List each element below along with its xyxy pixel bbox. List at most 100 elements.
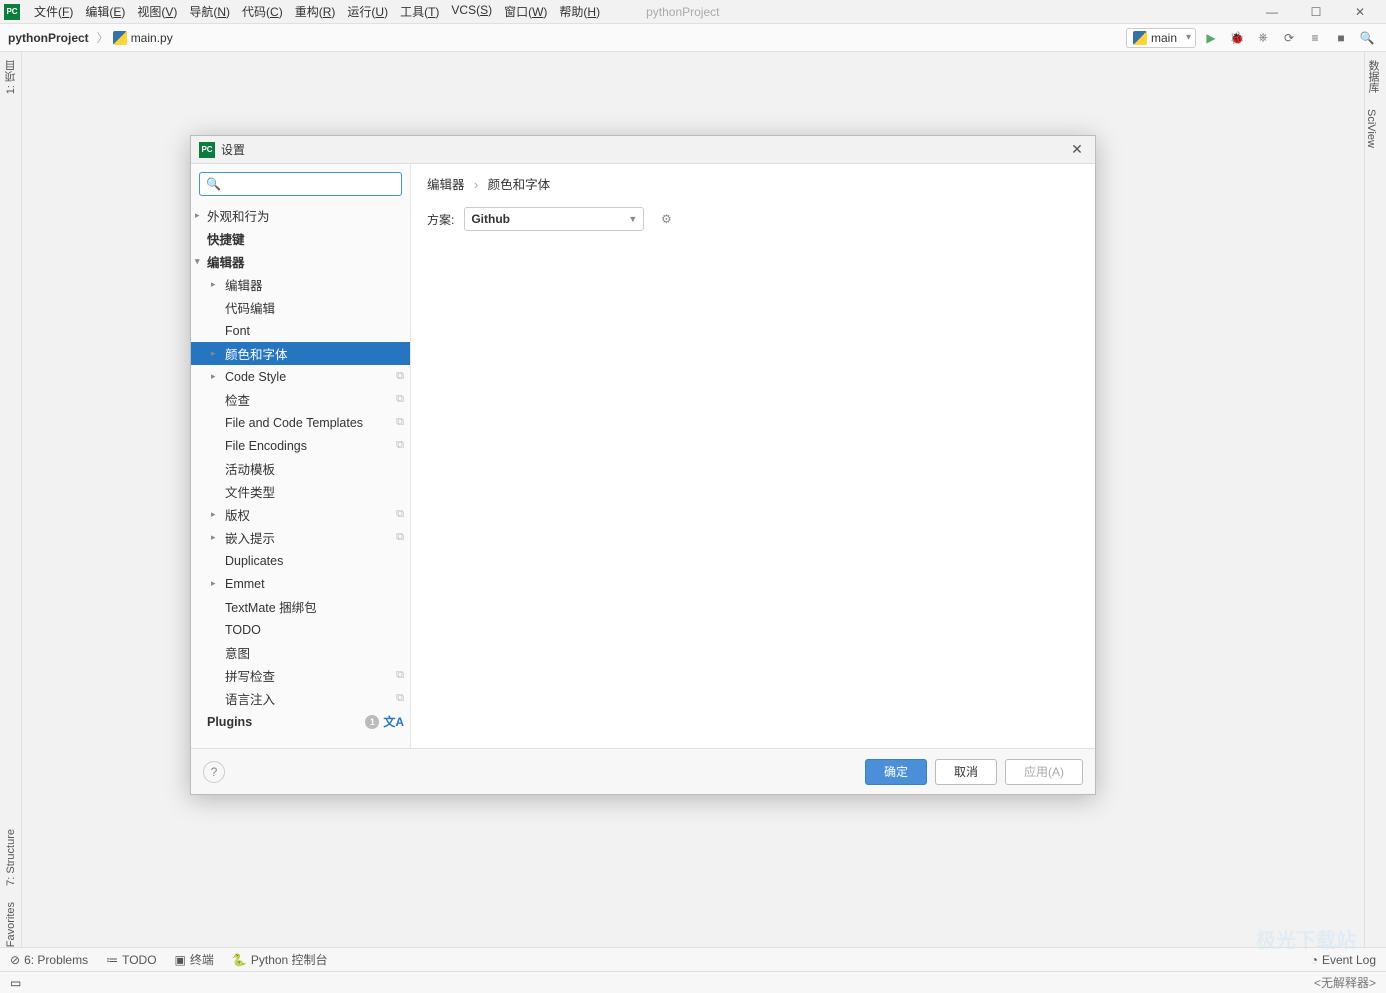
chevron-down-icon: ▾ <box>195 256 200 267</box>
dialog-title: 设置 <box>221 141 245 158</box>
concurrency-button[interactable]: ≡ <box>1304 27 1326 49</box>
project-scope-icon: ⧉ <box>396 439 404 452</box>
maximize-button[interactable]: ☐ <box>1294 0 1338 24</box>
menu-item[interactable]: 文件(F) <box>28 3 79 20</box>
tree-item-label: Duplicates <box>225 554 283 568</box>
tree-item-label: 编辑器 <box>207 252 245 271</box>
breadcrumb-file[interactable]: main.py <box>113 31 173 45</box>
breadcrumb-file-label: main.py <box>131 31 173 45</box>
settings-content: 编辑器 › 颜色和字体 方案: Github ▼ ⚙ <box>411 164 1095 748</box>
settings-tree-item[interactable]: File and Code Templates⧉ <box>191 411 410 434</box>
menu-item[interactable]: 导航(N) <box>183 3 236 20</box>
settings-tree-item[interactable]: ▸ 编辑器 <box>191 273 410 296</box>
run-config-selector[interactable]: main <box>1126 28 1196 48</box>
python-console-tab[interactable]: 🐍 Python 控制台 <box>232 951 328 968</box>
tree-item-label: TextMate 捆绑包 <box>225 597 317 616</box>
tree-item-label: 版权 <box>225 505 250 524</box>
navigation-bar: pythonProject 〉 main.py main ▶ 🐞 ⎈ ⟳ ≡ ■… <box>0 24 1386 52</box>
database-tool-tab[interactable]: 数据库 <box>1365 52 1386 101</box>
run-button[interactable]: ▶ <box>1200 27 1222 49</box>
settings-tree-item[interactable]: 拼写检查⧉ <box>191 664 410 687</box>
settings-tree[interactable]: ▸外观和行为快捷键 ▾ 编辑器 ▸ 编辑器代码编辑Font▸颜色和字体 ▸ Code Sty… <box>191 204 410 748</box>
settings-tree-item[interactable]: Font <box>191 319 410 342</box>
status-bar: ▭ <无解释器> <box>0 971 1386 993</box>
settings-search-input[interactable] <box>225 177 395 191</box>
settings-tree-item[interactable]: ▸外观和行为 <box>191 204 410 227</box>
help-button[interactable]: ? <box>203 761 225 783</box>
right-tool-strip: 数据库 SciView <box>1364 52 1386 971</box>
menu-item[interactable]: 运行(U) <box>341 3 394 20</box>
menu-item[interactable]: 编辑(E) <box>79 3 131 20</box>
problems-tab[interactable]: ⊘ 6: Problems <box>10 953 88 967</box>
close-button[interactable]: ✕ <box>1338 0 1382 24</box>
project-scope-icon: ⧉ <box>396 370 404 383</box>
project-scope-icon: ⧉ <box>396 692 404 705</box>
menu-item[interactable]: 窗口(W) <box>498 3 553 20</box>
settings-tree-item[interactable]: ▸Code Style⧉ <box>191 365 410 388</box>
chevron-right-icon: ▸ <box>195 210 200 221</box>
settings-tree-item[interactable]: TextMate 捆绑包 <box>191 595 410 618</box>
menu-item[interactable]: 视图(V) <box>131 3 183 20</box>
menu-item[interactable]: 代码(C) <box>236 3 289 20</box>
settings-tree-item[interactable]: Duplicates <box>191 549 410 572</box>
stop-button[interactable]: ■ <box>1330 27 1352 49</box>
settings-tree-item[interactable]: 文件类型 <box>191 480 410 503</box>
interpreter-status[interactable]: <无解释器> <box>1314 974 1376 991</box>
event-log-tab[interactable]: ◔ Event Log <box>1311 953 1376 967</box>
menu-item[interactable]: 工具(T) <box>394 3 445 20</box>
structure-tool-tab[interactable]: 7: Structure <box>0 821 21 894</box>
debug-button[interactable]: 🐞 <box>1226 27 1248 49</box>
settings-tree-item[interactable]: 活动模板 <box>191 457 410 480</box>
status-icon: ▭ <box>10 976 21 990</box>
settings-tree-item[interactable]: ▾ 编辑器 <box>191 250 410 273</box>
tree-item-label: 检查 <box>225 390 250 409</box>
menu-item[interactable]: 帮助(H) <box>553 3 606 20</box>
settings-sidebar: 🔍 ▸外观和行为快捷键 ▾ 编辑器 ▸ 编辑器代码编辑Font▸颜色和字体 ▸ Code S… <box>191 164 411 748</box>
settings-tree-item[interactable]: File Encodings⧉ <box>191 434 410 457</box>
sciview-tool-tab[interactable]: SciView <box>1365 101 1386 156</box>
profile-button[interactable]: ⟳ <box>1278 27 1300 49</box>
settings-tree-item[interactable]: 代码编辑 <box>191 296 410 319</box>
terminal-tab[interactable]: ▣ 终端 <box>175 951 214 968</box>
scheme-gear-button[interactable]: ⚙ <box>654 207 678 231</box>
settings-tree-item[interactable]: Plugins1文A <box>191 710 410 733</box>
minimize-button[interactable]: — <box>1250 0 1294 24</box>
settings-tree-item[interactable]: 意图 <box>191 641 410 664</box>
settings-tree-item[interactable]: ▸版权⧉ <box>191 503 410 526</box>
settings-tree-item[interactable]: 语言注入⧉ <box>191 687 410 710</box>
settings-dialog: PC 设置 ✕ 🔍 ▸外观和行为快捷键 ▾ 编辑器 ▸ 编辑器代码编辑Font▸颜色和字… <box>190 135 1096 795</box>
settings-tree-item[interactable]: ▸Emmet <box>191 572 410 595</box>
scheme-label: 方案: <box>427 211 454 228</box>
menu-item[interactable]: VCS(S) <box>445 3 498 20</box>
breadcrumb-separator: 〉 <box>97 29 109 46</box>
chevron-right-icon: ▸ <box>211 279 216 290</box>
coverage-button[interactable]: ⎈ <box>1252 27 1274 49</box>
menu-item[interactable]: 重构(R) <box>289 3 342 20</box>
settings-tree-item[interactable]: 快捷键 <box>191 227 410 250</box>
settings-tree-item[interactable]: TODO <box>191 618 410 641</box>
tree-item-label: Code Style <box>225 370 286 384</box>
settings-search[interactable]: 🔍 <box>199 172 402 196</box>
search-everywhere-button[interactable]: 🔍 <box>1356 27 1378 49</box>
settings-tree-item[interactable]: ▸嵌入提示⧉ <box>191 526 410 549</box>
chevron-right-icon: ▸ <box>211 532 216 543</box>
project-tool-tab[interactable]: 1: 项目 <box>0 52 21 102</box>
menu-bar: PC 文件(F)编辑(E)视图(V)导航(N)代码(C)重构(R)运行(U)工具… <box>0 0 1386 24</box>
settings-tree-item[interactable]: 检查⧉ <box>191 388 410 411</box>
todo-tab[interactable]: ≔ TODO <box>106 953 156 967</box>
bottom-tool-bar: ⊘ 6: Problems ≔ TODO ▣ 终端 🐍 Python 控制台 ◔… <box>0 947 1386 971</box>
apply-button[interactable]: 应用(A) <box>1005 759 1083 785</box>
tree-item-label: File and Code Templates <box>225 416 363 430</box>
project-scope-icon: ⧉ <box>396 669 404 682</box>
breadcrumb-project[interactable]: pythonProject <box>8 31 89 45</box>
scheme-selector[interactable]: Github ▼ <box>464 207 644 231</box>
settings-tree-item[interactable]: ▸颜色和字体 <box>191 342 410 365</box>
ok-button[interactable]: 确定 <box>865 759 927 785</box>
app-icon: PC <box>4 4 20 20</box>
dialog-titlebar: PC 设置 ✕ <box>191 136 1095 164</box>
dialog-close-button[interactable]: ✕ <box>1067 141 1087 158</box>
window-title: pythonProject <box>646 5 719 19</box>
tree-item-label: 编辑器 <box>225 275 263 294</box>
cancel-button[interactable]: 取消 <box>935 759 997 785</box>
tree-item-label: TODO <box>225 623 261 637</box>
